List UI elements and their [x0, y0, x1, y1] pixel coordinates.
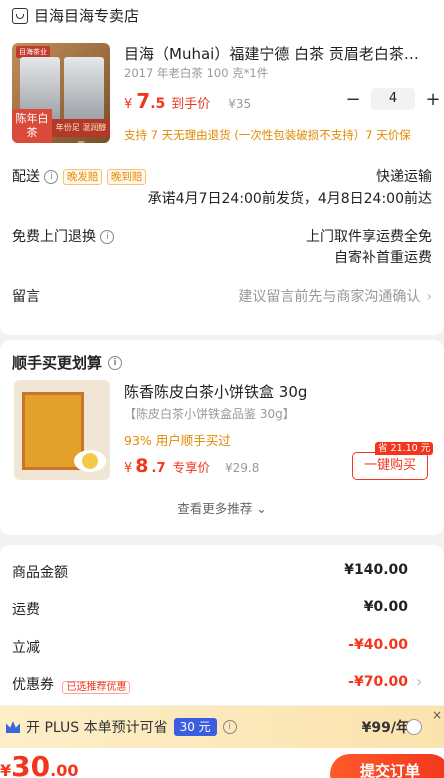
order-item-card: 目海目海专卖店 目海茶业 陈年白茶 年份足 温润醇厚 目海（Muhai）福建宁德… — [0, 0, 444, 335]
plus-price: ¥99/年 — [361, 720, 410, 736]
increase-quantity-button[interactable]: + — [423, 89, 443, 110]
crown-icon — [6, 721, 20, 733]
price-int: 7 — [136, 89, 151, 113]
recommended-buyers: 93% 用户顺手买过 — [124, 433, 231, 448]
recommendation-heading: 顺手买更划算 i — [12, 352, 123, 373]
delivery-tag: 晚到赔 — [106, 169, 147, 185]
more-recommendations-link[interactable]: 查看更多推荐 ⌄ — [0, 498, 444, 517]
submit-order-button[interactable]: 提交订单 — [330, 754, 444, 778]
price-dec: .5 — [150, 96, 166, 112]
plus-text: 开 PLUS 本单预计可省 — [26, 720, 168, 736]
product-image-tag: 陈年白茶 — [12, 109, 52, 143]
recommended-title[interactable]: 陈香陈皮白茶小饼铁盒 30g — [124, 381, 307, 402]
coupon-tag: 已选推荐优惠 — [62, 680, 131, 694]
product-image[interactable]: 目海茶业 陈年白茶 年份足 温润醇厚 — [12, 43, 110, 143]
price-currency: ¥ — [124, 97, 133, 112]
chevron-down-icon: ⌄ — [256, 501, 267, 516]
summary-row-discount: 立减 -¥40.00 — [12, 637, 408, 656]
service-policy: 支持 7 天无理由退货 (一次性包装破损不支持）7 天价保 — [124, 128, 411, 142]
summary-row-coupon[interactable]: 优惠券 已选推荐优惠 -¥70.00 — [12, 674, 408, 694]
store-icon — [12, 7, 28, 24]
returns-label: 免费上门退换 — [12, 229, 96, 245]
delivery-promise: 承诺4月7日24:00前发货，4月8日24:00前达 — [147, 191, 432, 207]
info-icon[interactable]: i — [222, 720, 237, 734]
message-label: 留言 — [12, 289, 40, 305]
checkout-footer: ¥30.00 提交订单 — [0, 748, 444, 778]
summary-row-shipping: 运费 ¥0.00 — [12, 599, 408, 618]
quantity-stepper: − 4 + — [343, 88, 443, 110]
recommended-subtitle: 【陈皮白茶小饼铁盒品鉴 30g】 — [124, 407, 295, 421]
product-image-band: 年份足 温润醇厚 — [52, 119, 110, 143]
recommended-price: ¥8.7 专享价 ¥29.8 — [124, 455, 260, 477]
info-icon[interactable]: i — [108, 355, 123, 370]
original-price: ¥35 — [228, 97, 252, 111]
product-price: ¥7.5 到手价 ¥35 — [124, 89, 251, 113]
info-icon[interactable]: i — [100, 230, 115, 244]
product-bag-graphic — [64, 57, 104, 121]
info-icon[interactable]: i — [44, 170, 59, 184]
returns-line1: 上门取件享运费全免 — [306, 229, 432, 245]
plus-savings-amount: 30 元 — [173, 718, 217, 736]
recommended-product-image[interactable] — [14, 380, 110, 480]
message-input[interactable]: 建议留言前先与商家沟通确认 › — [238, 286, 432, 306]
returns-line2: 自寄补首重运费 — [334, 250, 432, 266]
product-title[interactable]: 目海（Muhai）福建宁德 白茶 贡眉老白茶散装… — [124, 43, 424, 64]
summary-row-subtotal: 商品金额 ¥140.00 — [12, 562, 408, 581]
close-icon[interactable]: × — [432, 708, 442, 722]
one-click-buy-button[interactable]: 一键购买 — [352, 452, 428, 480]
delivery-tag: 晚发赔 — [62, 169, 103, 185]
store-header[interactable]: 目海目海专卖店 — [12, 5, 139, 26]
price-label: 到手价 — [171, 97, 211, 112]
delivery-method: 快递运输 — [376, 169, 432, 185]
savings-badge: 省 21.10 元 — [375, 442, 434, 455]
order-total: ¥30.00 — [0, 750, 79, 778]
tea-cup-graphic — [74, 450, 106, 472]
quantity-field[interactable]: 4 — [371, 88, 415, 110]
delivery-label: 配送 i 晚发赔 晚到赔 — [12, 166, 147, 186]
plus-membership-bar[interactable]: 开 PLUS 本单预计可省 30 元 i ¥99/年 × — [0, 706, 444, 748]
store-name[interactable]: 目海目海专卖店 — [34, 5, 139, 26]
decrease-quantity-button[interactable]: − — [343, 89, 363, 110]
product-spec[interactable]: 2017 年老白茶 100 克*1件 — [124, 65, 268, 81]
plus-select-radio[interactable] — [406, 719, 422, 735]
chevron-right-icon[interactable]: › — [416, 672, 422, 691]
chevron-right-icon: › — [426, 289, 432, 305]
